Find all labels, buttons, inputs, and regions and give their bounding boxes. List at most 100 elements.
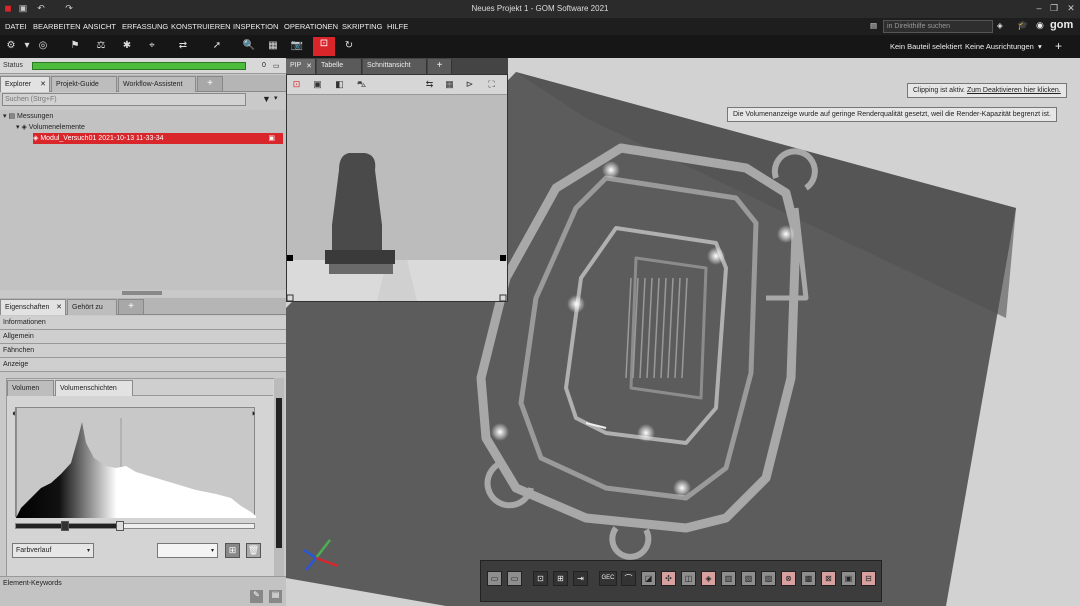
menu-bearbeiten[interactable]: BEARBEITEN [33,22,81,31]
section-allgemein[interactable]: Allgemein [0,330,286,344]
tool-icon-5[interactable]: ▥ [721,571,736,586]
measure-icon[interactable]: ⌖ [145,39,159,53]
section-faehnchen[interactable]: Fähnchen [0,344,286,358]
section-anzeige[interactable]: Anzeige [0,358,286,372]
material-icon[interactable]: ⌒ [621,571,636,586]
pip-grid-icon[interactable]: ▦ [443,78,456,91]
tree-item-modul[interactable]: ◈ Modul_Versuch01 2021-10-13 11-33-34 ▣ [33,133,283,144]
histogram[interactable] [15,407,256,518]
tool-icon-7[interactable]: ▨ [761,571,776,586]
section-informationen[interactable]: Informationen [0,316,286,330]
maximize-icon[interactable]: ❐ [1049,3,1059,14]
tool-icon-6[interactable]: ▧ [741,571,756,586]
refresh-icon[interactable]: ↻ [342,39,356,53]
center-view-icon[interactable]: ⊞ [553,571,568,586]
close-icon[interactable]: ✕ [56,303,62,311]
select-icon[interactable]: ➚ [210,39,224,53]
search-icon[interactable]: 🔍 [242,39,256,53]
account-icon[interactable]: ◉ [1036,20,1044,31]
flag-icon[interactable]: ⚑ [68,39,82,53]
close-icon[interactable]: ✕ [40,80,46,88]
add-tab-button[interactable]: + [428,59,452,74]
add-tab-button[interactable]: + [197,76,223,92]
gec-button[interactable]: GEC [599,571,617,586]
keywords-menu-icon[interactable]: ▤ [269,590,282,603]
tab-volumen[interactable]: Volumen [7,380,54,396]
settings-icon[interactable]: ✱ [120,39,134,53]
pip-compare-icon[interactable]: ⇆ [423,78,436,91]
tool-icon-4[interactable]: ◈ [701,571,716,586]
visibility-icon[interactable]: ▣ [268,133,275,144]
gear-icon[interactable]: ⚙ [4,39,18,53]
close-icon[interactable]: ✕ [1066,3,1076,14]
camera-icon[interactable]: 📷 [290,39,304,53]
3d-viewport[interactable]: PIP ✕ Tabelle Schnittansicht + ⊡ ▣ ◧ ⛍ ⇆ … [286,58,1080,606]
export-view-icon[interactable]: ⇥ [573,571,588,586]
status-menu-icon[interactable]: ▭ [273,62,280,70]
transform-icon[interactable]: ⚖ [94,39,108,53]
tool-icon-2[interactable]: ✣ [661,571,676,586]
properties-scrollbar[interactable] [274,378,284,578]
alignment-dropdown-icon[interactable]: ▾ [1038,42,1042,51]
colormap-select[interactable]: Farbverlauf ▾ [12,543,94,558]
edit-keywords-icon[interactable]: ✎ [250,590,263,603]
explorer-search-input[interactable]: Suchen (Strg+F) [2,93,246,106]
tab-explorer[interactable]: Explorer ✕ [0,76,50,92]
tool-icon-3[interactable]: ◫ [681,571,696,586]
view-front-icon[interactable]: ▭ [487,571,502,586]
tab-projekt-guide[interactable]: Projekt-Guide [51,76,117,92]
tab-gehoert-zu[interactable]: Gehört zu [67,299,117,315]
scrollbar-thumb[interactable] [276,398,282,548]
range-slider-max-knob[interactable] [116,521,124,531]
clipping-deactivate-link[interactable]: Zum Deaktivieren hier klicken. [967,87,1061,94]
menu-operationen[interactable]: OPERATIONEN [284,22,338,31]
align-icon[interactable]: ⇄ [176,39,190,53]
min-marker-icon[interactable]: ◐ [12,408,17,418]
plus-icon[interactable]: + [1055,39,1062,53]
part-status[interactable]: Kein Bauteil selektiert [890,42,962,51]
academy-icon[interactable]: 🎓 [1017,20,1028,31]
pip-info-icon[interactable]: ▣ [311,78,324,91]
tab-tabelle[interactable]: Tabelle [317,59,362,74]
report-icon[interactable]: ▦ [266,39,280,53]
dropdown-arrow-icon[interactable]: ▾ [20,39,34,53]
alignment-status[interactable]: Keine Ausrichtungen [965,42,1034,51]
pip-car-icon[interactable]: ⛍ [355,78,368,91]
tab-volumenschichten[interactable]: Volumenschichten [55,380,133,396]
tool-icon-12[interactable]: ⊟ [861,571,876,586]
pip-record-icon[interactable]: ⊡ [290,78,303,91]
tool-icon-11[interactable]: ▣ [841,571,856,586]
pip-section-icon[interactable]: ◧ [333,78,346,91]
color-select[interactable]: ▾ [157,543,218,558]
tab-pip[interactable]: PIP ✕ [286,59,316,74]
tab-workflow-assistent[interactable]: Workflow-Assistent [118,76,196,92]
lens-icon[interactable]: ◎ [36,39,50,53]
tool-icon-8[interactable]: ⊗ [781,571,796,586]
range-slider-min-knob[interactable] [61,521,69,531]
menu-erfassung[interactable]: ERFASSUNG [122,22,168,31]
pip-window[interactable]: ⊡ ▣ ◧ ⛍ ⇆ ▦ ⊳ ⛶ [286,74,508,302]
filter-icon[interactable]: ▼ [262,94,271,104]
menu-hilfe[interactable]: HILFE [387,22,408,31]
pip-fit-icon[interactable]: ⛶ [485,78,498,91]
recording-button[interactable]: ⊡ [313,37,335,56]
pip-align-icon[interactable]: ⊳ [463,78,476,91]
add-tab-button[interactable]: + [118,299,144,315]
tree-item-messungen[interactable]: ▾ ▤ Messungen [3,111,53,122]
close-icon[interactable]: ✕ [306,62,312,70]
help-search-icon[interactable]: ◈ [997,21,1003,30]
menu-ansicht[interactable]: ANSICHT [83,22,116,31]
range-slider[interactable] [15,521,255,531]
tree-item-volumenelemente[interactable]: ▾ ◈ Volumenelemente [16,122,85,133]
add-layer-button[interactable]: ⊞ [225,543,240,558]
tab-eigenschaften[interactable]: Eigenschaften ✕ [0,299,66,315]
filter-dropdown-icon[interactable]: ▾ [274,94,278,102]
menu-skripting[interactable]: SKRIPTING [342,22,382,31]
max-marker-icon[interactable]: ◑ [250,408,255,418]
help-search-input[interactable]: in Direkthilfe suchen [883,20,993,33]
menu-inspektion[interactable]: INSPEKTION [233,22,278,31]
panel-splitter[interactable] [122,291,162,295]
tool-icon-9[interactable]: ▩ [801,571,816,586]
tool-icon-1[interactable]: ◪ [641,571,656,586]
delete-icon[interactable]: 🗑 [246,543,261,558]
